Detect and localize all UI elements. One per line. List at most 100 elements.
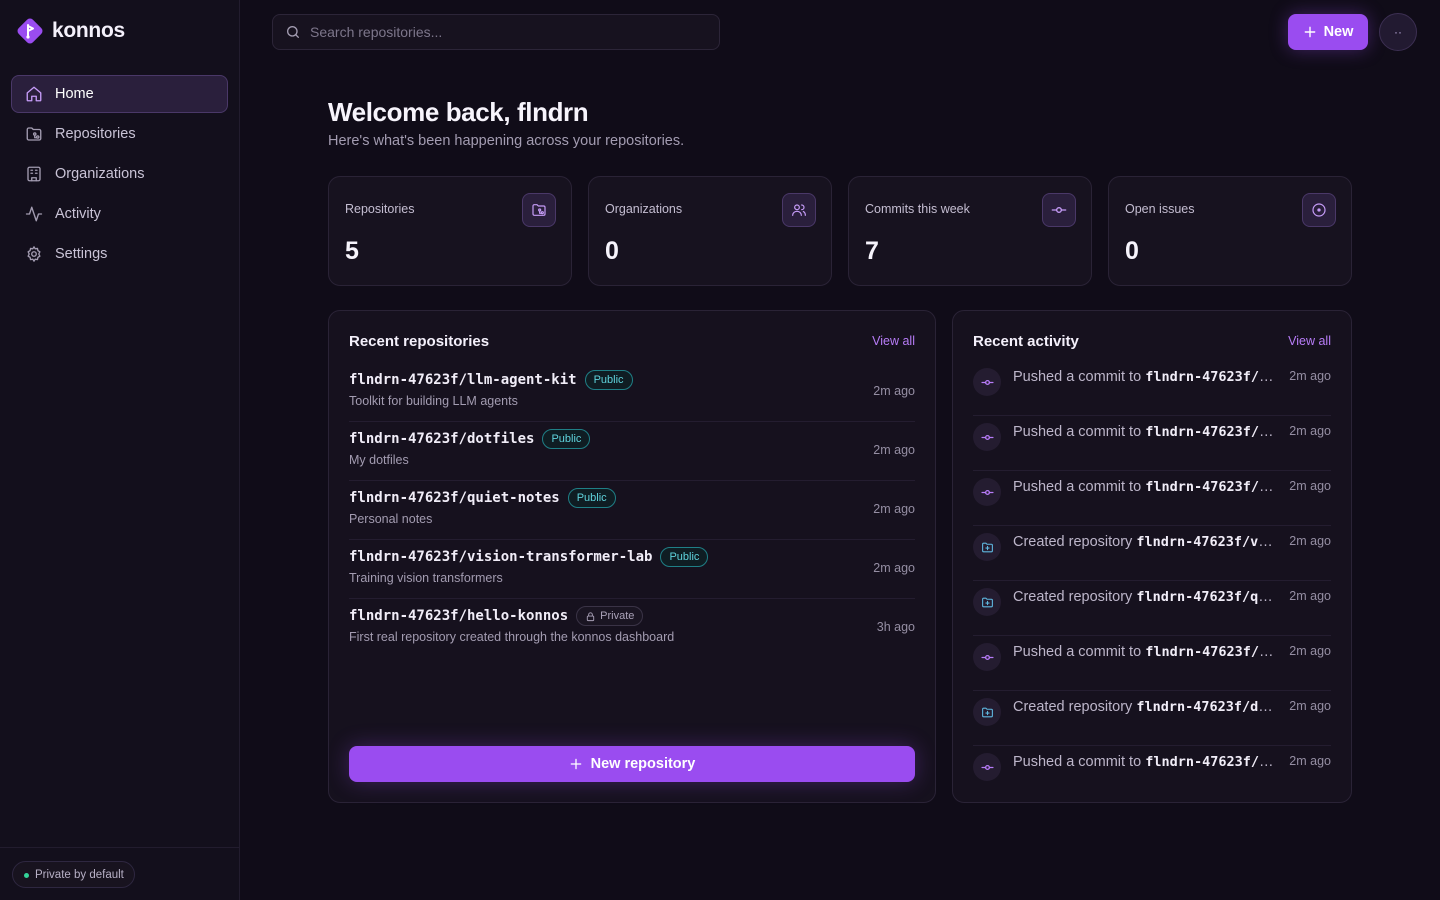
- activity-target[interactable]: flndrn-47623f/quiet-notes: [1145, 479, 1275, 495]
- commit-icon: [973, 368, 1001, 396]
- activity-target[interactable]: flndrn-47623f/vision-transformer-lab: [1136, 534, 1275, 550]
- visibility-badge: Public: [584, 370, 633, 390]
- konnos-logo-icon: [17, 18, 43, 44]
- lock-icon: [586, 611, 595, 621]
- activity-row[interactable]: Created repository flndrn-47623f/vision-…: [973, 526, 1331, 581]
- commit-icon: [1042, 193, 1076, 227]
- activity-action: Pushed a commit to: [1013, 479, 1142, 495]
- activity-text: Created repository flndrn-47623f/dotfile…: [1013, 699, 1275, 715]
- building-icon: [27, 166, 41, 182]
- repo-row[interactable]: flndrn-47623f/dotfiles Public My dotfile…: [349, 422, 915, 481]
- activity-action: Created repository: [1013, 589, 1133, 605]
- repo-row[interactable]: flndrn-47623f/vision-transformer-lab Pub…: [349, 540, 915, 599]
- sidebar-item-label: Home: [55, 86, 94, 102]
- sidebar-item-label: Organizations: [55, 166, 145, 182]
- repo-row[interactable]: flndrn-47623f/hello-konnos Private First…: [349, 599, 915, 658]
- stat-card-commits[interactable]: Commits this week 7: [848, 176, 1092, 286]
- activity-row[interactable]: Pushed a commit to flndrn-47623f/dotfile…: [973, 416, 1331, 471]
- activity-time: 2m ago: [1289, 699, 1331, 713]
- private-by-default-badge: Private by default: [12, 861, 135, 888]
- activity-row[interactable]: Pushed a commit to flndrn-47623f/llm-age…: [973, 361, 1331, 416]
- activity-target[interactable]: flndrn-47623f/quiet-notes: [1136, 589, 1275, 605]
- sidebar-item-settings[interactable]: Settings: [11, 235, 228, 273]
- stat-card-organizations[interactable]: Organizations 0: [588, 176, 832, 286]
- activity-row[interactable]: Pushed a commit to flndrn-47623f/quiet-n…: [973, 471, 1331, 526]
- repo-updated-time: 3h ago: [876, 620, 915, 634]
- repo-description: First real repository created through th…: [349, 630, 675, 644]
- brand[interactable]: konnos: [16, 17, 125, 45]
- sidebar-item-home[interactable]: Home: [11, 75, 228, 113]
- activity-target[interactable]: flndrn-47623f/vision-transformer-lab: [1145, 644, 1275, 660]
- folder-plus-icon: [973, 533, 1001, 561]
- activity-time: 2m ago: [1289, 369, 1331, 383]
- issue-icon: [1302, 193, 1336, 227]
- activity-row[interactable]: Pushed a commit to flndrn-47623f/hello-k…: [973, 746, 1331, 801]
- new-repository-button[interactable]: New repository: [349, 746, 915, 782]
- search-input[interactable]: [310, 24, 700, 40]
- repo-list: flndrn-47623f/llm-agent-kit Public Toolk…: [349, 363, 915, 658]
- activity-time: 2m ago: [1289, 644, 1331, 658]
- commit-icon: [973, 423, 1001, 451]
- stat-label: Commits this week: [865, 202, 970, 216]
- repo-name[interactable]: flndrn-47623f/quiet-notes: [349, 490, 560, 506]
- sidebar-nav: Home Repositories Organizations Activity…: [11, 75, 228, 275]
- activity-row[interactable]: Pushed a commit to flndrn-47623f/vision-…: [973, 636, 1331, 691]
- activity-action: Pushed a commit to: [1013, 424, 1142, 440]
- activity-time: 2m ago: [1289, 479, 1331, 493]
- sidebar-item-organizations[interactable]: Organizations: [11, 155, 228, 193]
- stat-label: Organizations: [605, 202, 683, 216]
- sidebar-item-label: Settings: [55, 246, 108, 262]
- stat-card-repositories[interactable]: Repositories 5: [328, 176, 572, 286]
- repo-updated-time: 2m ago: [873, 502, 915, 516]
- repo-row[interactable]: flndrn-47623f/llm-agent-kit Public Toolk…: [349, 363, 915, 422]
- sidebar-footer: Private by default: [0, 847, 239, 900]
- activity-action: Pushed a commit to: [1013, 369, 1142, 385]
- view-all-activity-link[interactable]: View all: [1288, 334, 1331, 348]
- stat-label: Repositories: [345, 202, 415, 216]
- status-dot-icon: [24, 873, 29, 878]
- view-all-repositories-link[interactable]: View all: [872, 334, 915, 348]
- repo-name[interactable]: flndrn-47623f/llm-agent-kit: [349, 372, 577, 388]
- plus-icon: [1304, 26, 1315, 38]
- repo-name[interactable]: flndrn-47623f/hello-konnos: [349, 608, 568, 624]
- visibility-label: Private: [600, 610, 635, 622]
- activity-list: Pushed a commit to flndrn-47623f/llm-age…: [973, 361, 1331, 801]
- recent-activity-panel: Recent activity View all Pushed a commit…: [952, 310, 1352, 803]
- gear-icon: [27, 246, 41, 262]
- user-menu-button[interactable]: ··: [1379, 13, 1417, 51]
- sidebar-item-activity[interactable]: Activity: [11, 195, 228, 233]
- activity-text: Pushed a commit to flndrn-47623f/dotfile…: [1013, 424, 1275, 440]
- activity-text: Pushed a commit to flndrn-47623f/hello-k…: [1013, 754, 1275, 770]
- activity-target[interactable]: flndrn-47623f/dotfiles: [1136, 699, 1275, 715]
- activity-target[interactable]: flndrn-47623f/dotfiles: [1145, 424, 1275, 440]
- stat-card-open-issues[interactable]: Open issues 0: [1108, 176, 1352, 286]
- activity-row[interactable]: Created repository flndrn-47623f/quiet-n…: [973, 581, 1331, 636]
- stats-row: Repositories 5 Organizations 0 Commits t…: [328, 176, 1352, 286]
- activity-row[interactable]: Created repository flndrn-47623f/dotfile…: [973, 691, 1331, 746]
- new-button[interactable]: New: [1288, 14, 1368, 50]
- stat-value: 7: [865, 237, 879, 265]
- repo-updated-time: 2m ago: [873, 384, 915, 398]
- repo-description: Personal notes: [349, 512, 433, 526]
- repo-updated-time: 2m ago: [873, 561, 915, 575]
- folder-plus-icon: [973, 698, 1001, 726]
- repo-name[interactable]: flndrn-47623f/dotfiles: [349, 431, 534, 447]
- activity-target[interactable]: flndrn-47623f/llm-agent-kit: [1145, 369, 1275, 385]
- sidebar: konnos Home Repositories Organizations A…: [0, 0, 240, 900]
- activity-text: Pushed a commit to flndrn-47623f/vision-…: [1013, 644, 1275, 660]
- repo-description: Training vision transformers: [349, 571, 503, 585]
- new-repository-label: New repository: [590, 756, 696, 772]
- panel-title: Recent activity: [973, 333, 1079, 350]
- activity-action: Created repository: [1013, 534, 1133, 550]
- new-button-label: New: [1323, 24, 1354, 40]
- activity-icon: [25, 206, 43, 222]
- activity-action: Pushed a commit to: [1013, 754, 1142, 770]
- repo-name[interactable]: flndrn-47623f/vision-transformer-lab: [349, 549, 652, 565]
- stat-label: Open issues: [1125, 202, 1195, 216]
- sidebar-item-repositories[interactable]: Repositories: [11, 115, 228, 153]
- search-icon: [287, 26, 299, 38]
- activity-target[interactable]: flndrn-47623f/hello-konnos: [1145, 754, 1275, 770]
- panel-title: Recent repositories: [349, 333, 490, 350]
- repo-row[interactable]: flndrn-47623f/quiet-notes Public Persona…: [349, 481, 915, 540]
- sidebar-item-label: Activity: [55, 206, 101, 222]
